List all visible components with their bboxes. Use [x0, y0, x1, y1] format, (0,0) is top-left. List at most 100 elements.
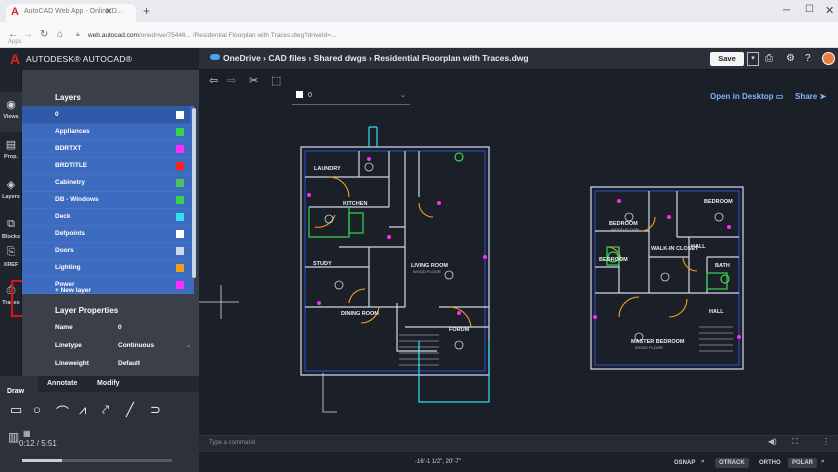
drawing-canvas[interactable]: LAUNDRY KITCHEN STUDY LIVING ROOM DINING… [199, 107, 838, 435]
tab-annotate[interactable]: Annotate [47, 380, 77, 387]
floor-note: WOOD FLOOR [635, 345, 663, 350]
layer-row-bdrtxt[interactable]: BDRTXT [22, 140, 190, 158]
hatch-icon[interactable]: ▥ [8, 430, 19, 444]
left-tool-rail: ◉ Views ▤ Prop. ◈ Layers ⧉ Blocks ⎘ XREF… [0, 70, 22, 376]
url-field[interactable]: web.autocad.com/onedrive/75446... /Resid… [88, 32, 336, 39]
status-bar: OSNAP ^ OTRACK ORTHO POLAR ^ [199, 451, 838, 472]
layer-row-defpoints[interactable]: Defpoints [22, 225, 190, 243]
command-line[interactable]: Type a command [199, 435, 838, 451]
rail-properties-button[interactable]: ▤ Prop. [0, 132, 22, 172]
chevron-up-icon[interactable]: ^ [701, 460, 705, 466]
more-icon[interactable]: ⋮ [822, 437, 830, 446]
help-icon[interactable]: ? [805, 53, 811, 64]
trim-icon[interactable]: ✂ [249, 74, 258, 87]
layer-color-swatch[interactable] [176, 111, 184, 119]
chevron-up-icon[interactable]: ^ [821, 460, 825, 466]
breadcrumb-text[interactable]: OneDrive › CAD files › Shared dwgs › Res… [223, 53, 529, 63]
maximize-icon[interactable]: ☐ [805, 4, 814, 15]
redo-icon[interactable]: ⇨ [227, 74, 236, 87]
layer-color-swatch[interactable] [176, 281, 184, 289]
layer-row-deck[interactable]: Deck [22, 208, 190, 226]
print-icon[interactable]: ⎙ [765, 53, 773, 64]
gear-icon[interactable]: ⚙ [786, 53, 795, 64]
rail-xref-button[interactable]: ⎘ XREF [0, 240, 22, 280]
status-otrack[interactable]: OTRACK [715, 458, 749, 468]
circle-tool-icon[interactable]: ○ [33, 402, 41, 417]
layer-color-swatch[interactable] [176, 213, 184, 221]
window-close-icon[interactable]: ✕ [825, 4, 834, 17]
status-polar[interactable]: POLAR [788, 458, 817, 468]
layer-color-swatch[interactable] [176, 247, 184, 255]
layer-color-swatch[interactable] [176, 145, 184, 153]
layer-select-value: 0 [308, 92, 312, 99]
new-tab-icon[interactable]: + [143, 4, 150, 18]
line-tool-icon[interactable]: ╱ [126, 402, 134, 418]
rail-views-button[interactable]: ◉ Views [0, 92, 22, 132]
floor-note: WOOD FLOOR [413, 269, 441, 274]
video-time: 0:12 / 5:51 [19, 439, 57, 448]
forward-icon[interactable]: → [23, 29, 33, 40]
layer-row-appliances[interactable]: Appliances [22, 123, 190, 141]
onedrive-cloud-icon [210, 54, 220, 60]
app-header: A AUTODESK® AUTOCAD® OneDrive › CAD file… [0, 48, 838, 70]
layer-row-cabinetry[interactable]: Cabinetry [22, 174, 190, 192]
layer-row-doors[interactable]: Doors [22, 242, 190, 260]
layer-name: BRDTITLE [55, 162, 88, 169]
fullscreen-icon[interactable]: ⛶ [792, 437, 798, 447]
share-button[interactable]: Share ➤ [795, 92, 826, 101]
url-host: web.autocad.com [88, 32, 139, 39]
command-input[interactable]: Type a command [209, 440, 255, 446]
status-ortho[interactable]: ORTHO [759, 460, 781, 466]
user-avatar[interactable] [822, 52, 835, 65]
room-label: BEDROOM [599, 257, 628, 263]
send-icon: ➤ [819, 92, 827, 101]
autocad-favicon-icon: A [11, 6, 19, 18]
layer-row-db-windows[interactable]: DB - Windows [22, 191, 190, 209]
grid-icon[interactable]: ▦ [23, 429, 31, 438]
undo-icon[interactable]: ⇦ [209, 74, 218, 87]
layers-scrollbar[interactable] [192, 108, 196, 278]
rail-label: Layers [2, 194, 20, 200]
spline-tool-icon[interactable]: ⤤ [102, 402, 109, 418]
layer-row-power[interactable]: Power [22, 276, 190, 294]
prop-value-name[interactable]: 0 [118, 324, 122, 331]
bookmarks-apps[interactable]: Apps [8, 39, 22, 45]
blocks-icon: ⧉ [7, 218, 15, 230]
layer-color-swatch[interactable] [176, 196, 184, 204]
browser-tab[interactable]: A AutoCAD Web App - Online D... ✕ [6, 4, 136, 22]
open-in-desktop-button[interactable]: Open in Desktop ▭ [710, 92, 783, 101]
layer-color-swatch[interactable] [176, 128, 184, 136]
close-tab-icon[interactable]: ✕ [105, 6, 113, 17]
rail-layers-button[interactable]: ◈ Layers [0, 172, 22, 212]
select-icon[interactable]: ⬚ [271, 74, 281, 87]
layer-row-0[interactable]: 0 [22, 106, 190, 124]
new-layer-button[interactable]: + New layer [55, 287, 91, 294]
layer-color-swatch[interactable] [176, 230, 184, 238]
arc-tool-icon[interactable]: ⌒ [56, 402, 69, 421]
status-osnap[interactable]: OSNAP [674, 460, 695, 466]
volume-icon[interactable]: ◀) [768, 437, 777, 446]
rectangle-tool-icon[interactable]: ▭ [10, 402, 22, 418]
layer-color-swatch[interactable] [176, 162, 184, 170]
prop-value-lineweight[interactable]: Default [118, 360, 140, 367]
prop-value-linetype[interactable]: Continuous [118, 342, 154, 349]
chevron-down-icon[interactable]: ⌄ [186, 342, 191, 349]
tab-draw[interactable]: Draw [0, 376, 38, 395]
ellipse-arc-tool-icon[interactable]: ⊃ [150, 402, 161, 418]
save-dropdown-icon[interactable]: ▾ [747, 52, 759, 66]
layer-name: BDRTXT [55, 145, 82, 152]
layer-select-dropdown[interactable]: 0 ⌄ [292, 91, 410, 105]
tab-modify[interactable]: Modify [97, 380, 120, 387]
save-button[interactable]: Save [710, 52, 744, 66]
prop-label-name: Name [55, 324, 73, 331]
layer-color-swatch[interactable] [176, 179, 184, 187]
polyline-tool-icon[interactable]: ⩘ [79, 402, 86, 418]
layer-color-swatch[interactable] [176, 264, 184, 272]
layer-row-brdtitle[interactable]: BRDTITLE [22, 157, 190, 175]
rail-label: XREF [3, 262, 19, 268]
reload-icon[interactable]: ↻ [40, 29, 48, 40]
properties-icon: ▤ [5, 139, 17, 151]
minimize-icon[interactable]: ─ [783, 5, 790, 16]
home-icon[interactable]: ⌂ [57, 29, 63, 40]
layer-row-lighting[interactable]: Lighting [22, 259, 190, 277]
